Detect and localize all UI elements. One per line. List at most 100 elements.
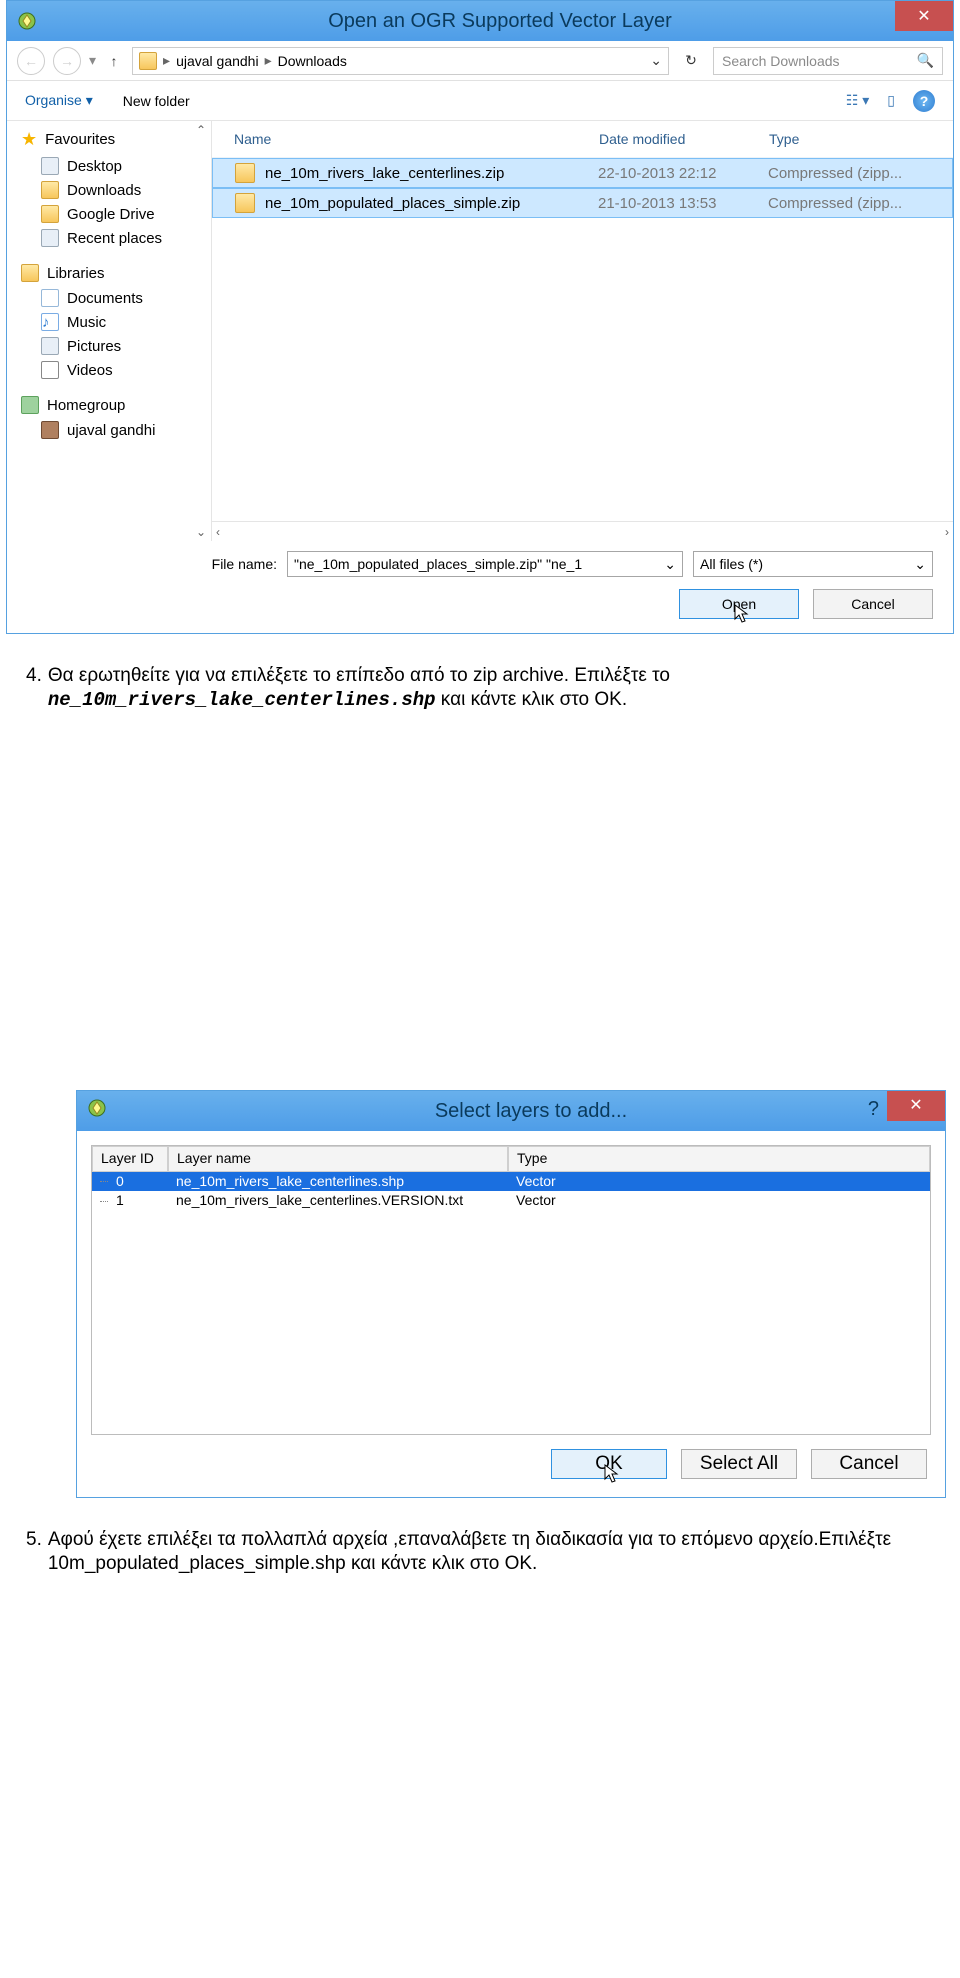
music-icon: ♪: [41, 313, 59, 331]
layer-name: ne_10m_rivers_lake_centerlines.shp: [168, 1173, 508, 1191]
select-layers-dialog: Select layers to add... ? ✕ Layer ID Lay…: [76, 1090, 946, 1498]
close-button[interactable]: ✕: [887, 1091, 945, 1121]
sidebar-item-pictures[interactable]: Pictures: [21, 334, 207, 358]
file-date: 22-10-2013 22:12: [598, 165, 768, 182]
sidebar-item-videos[interactable]: Videos: [21, 358, 207, 382]
crumb-user[interactable]: ujaval gandhi: [176, 53, 259, 69]
recent-dropdown-icon[interactable]: ▾: [89, 52, 96, 69]
desktop-icon: [41, 157, 59, 175]
window-title: Select layers to add...: [117, 1099, 945, 1124]
sidebar-item-user[interactable]: ujaval gandhi: [21, 418, 207, 442]
col-layer-type[interactable]: Type: [508, 1146, 930, 1172]
horizontal-scrollbar[interactable]: ‹ ›: [212, 521, 953, 541]
organise-menu[interactable]: Organise ▾: [25, 92, 93, 109]
instruction-step-5: 5. Αφού έχετε επιλέξει τα πολλαπλά αρχεί…: [0, 1528, 960, 1978]
scroll-up-icon: ⌃: [196, 121, 206, 139]
filename-input[interactable]: "ne_10m_populated_places_simple.zip" "ne…: [287, 551, 683, 577]
file-name: ne_10m_populated_places_simple.zip: [265, 195, 598, 212]
sidebar-item-homegroup[interactable]: Homegroup: [21, 396, 207, 414]
col-layer-id[interactable]: Layer ID: [92, 1146, 168, 1172]
layer-id: 0: [92, 1173, 168, 1191]
zip-file-icon: [235, 193, 255, 213]
forward-button[interactable]: →: [53, 47, 81, 75]
filename-label: File name:: [197, 556, 277, 572]
new-folder-button[interactable]: New folder: [123, 93, 190, 109]
navigation-pane: ⌃ ⌄ ★Favourites Desktop Downloads Google…: [7, 121, 212, 541]
chevron-down-icon: ⌄: [914, 556, 926, 573]
crumb-downloads[interactable]: Downloads: [278, 53, 347, 69]
file-row[interactable]: ne_10m_rivers_lake_centerlines.zip22-10-…: [212, 158, 953, 188]
search-placeholder: Search Downloads: [722, 53, 917, 69]
cancel-button[interactable]: Cancel: [811, 1449, 927, 1479]
column-headers: Name Date modified Type: [212, 121, 953, 158]
sidebar-item-documents[interactable]: Documents: [21, 286, 207, 310]
column-type[interactable]: Type: [769, 131, 939, 147]
layer-type: Vector: [508, 1192, 930, 1210]
chevron-down-icon: ⌄: [664, 556, 676, 573]
chevron-down-icon[interactable]: ⌄: [650, 52, 662, 69]
google-drive-icon: [41, 205, 59, 223]
col-layer-name[interactable]: Layer name: [168, 1146, 508, 1172]
cancel-button[interactable]: Cancel: [813, 589, 933, 619]
file-list: Name Date modified Type ne_10m_rivers_la…: [212, 121, 953, 541]
preview-pane-button[interactable]: ▯: [887, 92, 895, 109]
mouse-cursor-icon: [734, 604, 752, 622]
file-filter-select[interactable]: All files (*) ⌄: [693, 551, 933, 577]
videos-icon: [41, 361, 59, 379]
breadcrumb[interactable]: ▸ ujaval gandhi ▸ Downloads ⌄: [132, 47, 669, 75]
column-date[interactable]: Date modified: [599, 131, 769, 147]
help-button[interactable]: ?: [913, 90, 935, 112]
open-file-dialog: Open an OGR Supported Vector Layer ✕ ← →…: [6, 0, 954, 634]
file-date: 21-10-2013 13:53: [598, 195, 768, 212]
sidebar-item-google-drive[interactable]: Google Drive: [21, 202, 207, 226]
up-button[interactable]: ↑: [104, 53, 124, 69]
open-button[interactable]: Open: [679, 589, 799, 619]
select-all-button[interactable]: Select All: [681, 1449, 797, 1479]
sidebar-scrollbar[interactable]: ⌃ ⌄: [191, 121, 211, 541]
window-title: Open an OGR Supported Vector Layer: [47, 10, 953, 33]
qgis-icon: [17, 11, 37, 31]
arrow-left-icon: ←: [24, 53, 38, 69]
libraries-icon: [21, 264, 39, 282]
sidebar-item-recent[interactable]: Recent places: [21, 226, 207, 250]
search-icon: 🔍: [917, 52, 934, 69]
chevron-down-icon: ▾: [86, 92, 93, 108]
zip-file-icon: [235, 163, 255, 183]
address-bar: ← → ▾ ↑ ▸ ujaval gandhi ▸ Downloads ⌄ ↻ …: [7, 41, 953, 81]
layer-id: 1: [92, 1192, 168, 1210]
step-number: 5.: [26, 1528, 42, 1948]
title-bar: Select layers to add... ? ✕: [77, 1091, 945, 1131]
step-number: 4.: [26, 664, 42, 1084]
sidebar-item-favourites[interactable]: ★Favourites: [21, 129, 207, 150]
close-button[interactable]: ✕: [895, 1, 953, 31]
layer-type: Vector: [508, 1173, 930, 1191]
file-row[interactable]: ne_10m_populated_places_simple.zip21-10-…: [212, 188, 953, 218]
sidebar-item-music[interactable]: ♪Music: [21, 310, 207, 334]
sidebar-item-desktop[interactable]: Desktop: [21, 154, 207, 178]
search-input[interactable]: Search Downloads 🔍: [713, 47, 943, 75]
scroll-right-icon: ›: [945, 525, 949, 539]
scroll-down-icon: ⌄: [196, 523, 206, 541]
close-icon: ✕: [917, 6, 930, 26]
column-name[interactable]: Name: [234, 131, 599, 147]
user-avatar-icon: [41, 421, 59, 439]
sidebar-item-downloads[interactable]: Downloads: [21, 178, 207, 202]
refresh-button[interactable]: ↻: [677, 52, 705, 69]
sidebar-item-libraries[interactable]: Libraries: [21, 264, 207, 282]
ok-button[interactable]: OK: [551, 1449, 667, 1479]
title-bar: Open an OGR Supported Vector Layer ✕: [7, 1, 953, 41]
star-icon: ★: [21, 129, 37, 150]
recent-icon: [41, 229, 59, 247]
step-text: Θα ερωτηθείτε για να επιλέξετε το επίπεδ…: [48, 664, 934, 1084]
file-name: ne_10m_rivers_lake_centerlines.zip: [265, 165, 598, 182]
layer-row[interactable]: 0ne_10m_rivers_lake_centerlines.shpVecto…: [92, 1172, 930, 1192]
back-button[interactable]: ←: [17, 47, 45, 75]
layer-row[interactable]: 1ne_10m_rivers_lake_centerlines.VERSION.…: [92, 1191, 930, 1211]
pictures-icon: [41, 337, 59, 355]
filename-code: ne_10m_rivers_lake_centerlines.shp: [48, 689, 436, 711]
help-button[interactable]: ?: [868, 1097, 879, 1122]
arrow-right-icon: →: [60, 53, 74, 69]
view-mode-button[interactable]: ☷ ▾: [846, 92, 869, 109]
file-type: Compressed (zipp...: [768, 165, 938, 182]
instruction-step-4: 4. Θα ερωτηθείτε για να επιλέξετε το επί…: [0, 664, 960, 1528]
